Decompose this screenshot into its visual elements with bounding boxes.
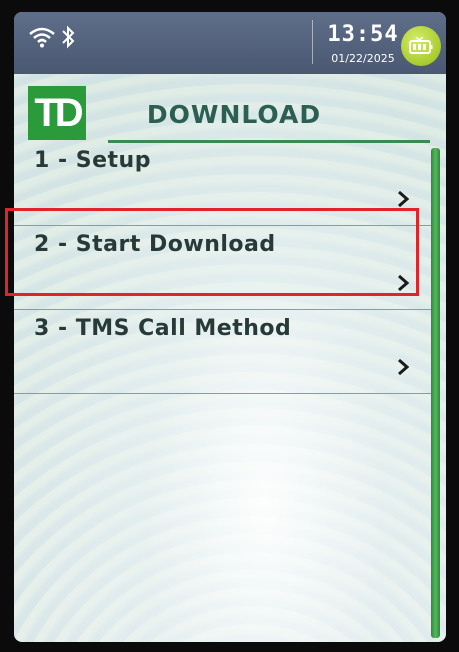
terminal-screen: 13:54 01/22/2025 TD DOWNLOAD 1 - Setup 2 [14, 12, 446, 642]
chevron-right-icon [398, 190, 410, 208]
status-bar: 13:54 01/22/2025 [14, 12, 446, 74]
page-title: DOWNLOAD [146, 100, 322, 129]
menu-item-start-download[interactable]: 2 - Start Download [14, 226, 432, 310]
clock-time: 13:54 [327, 22, 399, 47]
battery-icon [401, 26, 441, 66]
wifi-icon [29, 27, 55, 48]
chevron-right-icon [398, 358, 410, 376]
menu-item-label: 1 - Setup [34, 148, 151, 173]
menu-item-label: 2 - Start Download [34, 232, 276, 257]
menu-item-tms-call-method[interactable]: 3 - TMS Call Method [14, 310, 432, 394]
status-divider [312, 20, 313, 64]
download-menu: 1 - Setup 2 - Start Download 3 - TMS Cal… [14, 142, 432, 394]
menu-item-setup[interactable]: 1 - Setup [14, 142, 432, 226]
bluetooth-icon [62, 25, 75, 49]
td-logo: TD [28, 86, 86, 140]
menu-item-label: 3 - TMS Call Method [34, 316, 292, 341]
clock-date: 01/22/2025 [331, 52, 395, 65]
chevron-right-icon [398, 274, 410, 292]
scrollbar[interactable] [431, 148, 440, 638]
